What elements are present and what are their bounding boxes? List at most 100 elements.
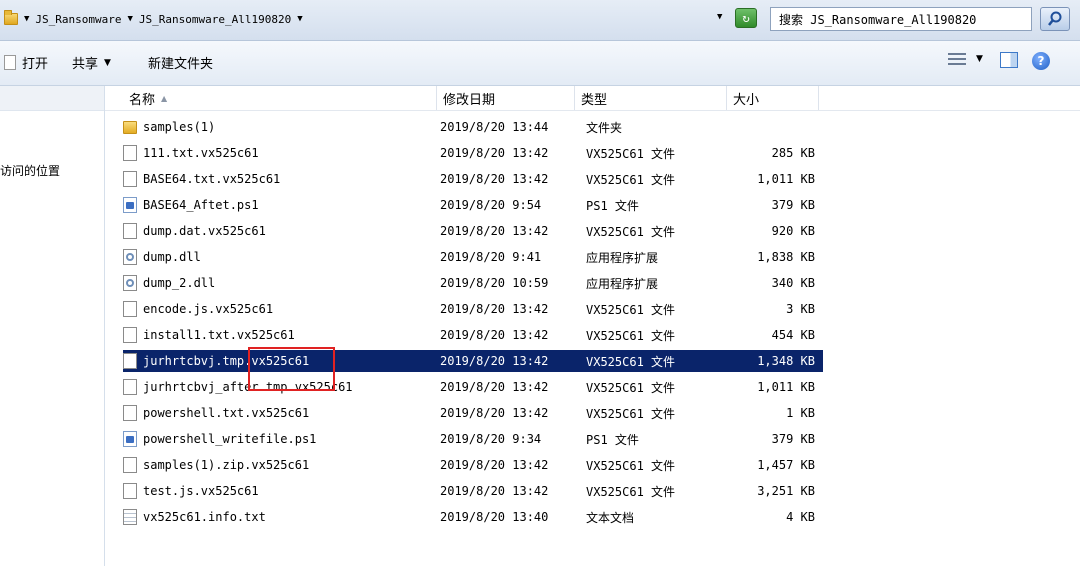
- help-icon: ?: [1032, 52, 1050, 70]
- new-folder-button[interactable]: 新建文件夹: [148, 53, 213, 72]
- file-name-cell: dump.dll: [123, 249, 433, 265]
- file-row[interactable]: install1.txt.vx525c61 2019/8/20 13:42 VX52…: [123, 324, 823, 346]
- file-icon: [123, 301, 137, 317]
- file-size: 454 KB: [771, 328, 815, 342]
- column-header-size[interactable]: 大小: [727, 86, 819, 110]
- file-type: VX525C61 文件: [586, 354, 676, 369]
- column-header-name[interactable]: 名称 ▲: [123, 86, 437, 110]
- file-icon: [123, 353, 137, 369]
- file-name: dump.dll: [143, 250, 201, 264]
- file-row[interactable]: jurhrtcbvj.tmp.vx525c61 2019/8/20 13:42 VX…: [123, 350, 823, 372]
- file-name-cell: encode.js.vx525c61: [123, 301, 433, 317]
- file-date: 2019/8/20 13:42: [440, 354, 549, 368]
- file-date: 2019/8/20 13:42: [440, 328, 549, 342]
- file-row[interactable]: test.js.vx525c61 2019/8/20 13:42 VX525C61 …: [123, 480, 823, 502]
- file-row[interactable]: encode.js.vx525c61 2019/8/20 13:42 VX525C6…: [123, 298, 823, 320]
- file-icon: [123, 379, 137, 395]
- file-row[interactable]: samples(1) 2019/8/20 13:44 文件夹: [123, 116, 823, 138]
- file-name: samples(1).zip.vx525c61: [143, 458, 310, 472]
- powershell-script-icon: [123, 197, 137, 213]
- file-row[interactable]: samples(1).zip.vx525c61 2019/8/20 13:42 VX…: [123, 454, 823, 476]
- open-button[interactable]: 打开: [4, 53, 48, 72]
- file-row[interactable]: jurhrtcbvj_after.tmp.vx525c61 2019/8/20 1…: [123, 376, 823, 398]
- file-size: 3,251 KB: [757, 484, 815, 498]
- file-name-cell: dump_2.dll: [123, 275, 433, 291]
- file-size: 285 KB: [771, 146, 815, 160]
- file-date: 2019/8/20 13:42: [440, 484, 549, 498]
- dll-file-icon: [123, 249, 137, 265]
- chevron-down-icon[interactable]: ▼: [128, 14, 133, 24]
- preview-pane-icon: [1000, 52, 1018, 68]
- nav-header: [0, 86, 104, 111]
- file-date: 2019/8/20 9:41: [440, 250, 542, 264]
- file-name: jurhrtcbvj_after.tmp.vx525c61: [143, 380, 353, 394]
- view-options-button[interactable]: ▼: [948, 52, 983, 66]
- file-type: VX525C61 文件: [586, 328, 676, 343]
- command-bar: 打开 共享 ▼ 新建文件夹 ▼ ?: [0, 41, 1080, 86]
- search-input[interactable]: 搜索 JS_Ransomware_All190820: [770, 7, 1032, 31]
- chevron-down-icon[interactable]: ▼: [24, 14, 29, 24]
- file-row[interactable]: dump.dat.vx525c61 2019/8/20 13:42 VX525C61…: [123, 220, 823, 242]
- file-row[interactable]: dump_2.dll 2019/8/20 10:59 应用程序扩展 340 KB: [123, 272, 823, 294]
- file-row[interactable]: powershell.txt.vx525c61 2019/8/20 13:42 VX…: [123, 402, 823, 424]
- file-row[interactable]: 111.txt.vx525c61 2019/8/20 13:42 VX525C61 …: [123, 142, 823, 164]
- breadcrumb-item-2[interactable]: JS_Ransomware_All190820: [139, 13, 291, 26]
- file-row[interactable]: vx525c61.info.txt 2019/8/20 13:40 文本文档 4 KB: [123, 506, 823, 528]
- file-icon: [123, 171, 137, 187]
- help-button[interactable]: ?: [1032, 52, 1050, 70]
- file-date: 2019/8/20 13:42: [440, 302, 549, 316]
- column-type-label: 类型: [581, 92, 608, 108]
- address-dropdown-icon[interactable]: ▼: [717, 12, 722, 22]
- file-type: VX525C61 文件: [586, 224, 676, 239]
- file-type: VX525C61 文件: [586, 302, 676, 317]
- file-type: VX525C61 文件: [586, 458, 676, 473]
- file-name-cell: test.js.vx525c61: [123, 483, 433, 499]
- file-size: 1,011 KB: [757, 172, 815, 186]
- file-name-cell: jurhrtcbvj.tmp.vx525c61: [123, 353, 433, 369]
- file-name-cell: dump.dat.vx525c61: [123, 223, 433, 239]
- file-date: 2019/8/20 13:44: [440, 120, 549, 134]
- file-size: 1 KB: [786, 406, 815, 420]
- column-header-date[interactable]: 修改日期: [437, 86, 575, 110]
- open-label: 打开: [22, 57, 49, 72]
- file-size: 1,011 KB: [757, 380, 815, 394]
- file-size: 1,838 KB: [757, 250, 815, 264]
- file-type: VX525C61 文件: [586, 484, 676, 499]
- file-name: dump.dat.vx525c61: [143, 224, 266, 238]
- file-name: encode.js.vx525c61: [143, 302, 274, 316]
- file-name: BASE64_Aftet.ps1: [143, 198, 259, 212]
- column-header-type[interactable]: 类型: [575, 86, 727, 110]
- preview-pane-button[interactable]: [1000, 52, 1018, 68]
- file-row[interactable]: BASE64.txt.vx525c61 2019/8/20 13:42 VX525C…: [123, 168, 823, 190]
- file-date: 2019/8/20 13:42: [440, 172, 549, 186]
- file-icon: [123, 327, 137, 343]
- search-icon: [1048, 11, 1062, 26]
- file-row[interactable]: BASE64_Aftet.ps1 2019/8/20 9:54 PS1 文件 379 …: [123, 194, 823, 216]
- file-icon: [123, 483, 137, 499]
- share-button[interactable]: 共享 ▼: [72, 53, 111, 72]
- file-type: VX525C61 文件: [586, 406, 676, 421]
- file-size: 3 KB: [786, 302, 815, 316]
- file-type: 应用程序扩展: [586, 276, 659, 291]
- file-name: vx525c61.info.txt: [143, 510, 266, 524]
- search-placeholder: 搜索 JS_Ransomware_All190820: [779, 12, 977, 27]
- search-button[interactable]: [1040, 7, 1070, 31]
- file-row[interactable]: dump.dll 2019/8/20 9:41 应用程序扩展 1,838 KB: [123, 246, 823, 268]
- file-name: jurhrtcbvj.tmp.vx525c61: [143, 354, 310, 368]
- navigation-pane: 访问的位置: [0, 86, 105, 566]
- chevron-down-icon[interactable]: ▼: [297, 14, 302, 24]
- refresh-icon[interactable]: ↻: [735, 8, 757, 28]
- file-name: samples(1): [143, 120, 216, 134]
- nav-item-recent-places[interactable]: 访问的位置: [0, 162, 60, 179]
- file-date: 2019/8/20 13:42: [440, 380, 549, 394]
- new-folder-label: 新建文件夹: [148, 57, 214, 72]
- file-name-cell: 111.txt.vx525c61: [123, 145, 433, 161]
- file-size: 1,348 KB: [757, 354, 815, 368]
- breadcrumb-item-1[interactable]: JS_Ransomware: [35, 13, 121, 26]
- file-row[interactable]: powershell_writefile.ps1 2019/8/20 9:34 PS…: [123, 428, 823, 450]
- breadcrumb[interactable]: ▼ JS_Ransomware ▼ JS_Ransomware_All19082…: [4, 8, 303, 30]
- file-size: 920 KB: [771, 224, 815, 238]
- file-size: 379 KB: [771, 198, 815, 212]
- file-name: BASE64.txt.vx525c61: [143, 172, 281, 186]
- file-name-cell: BASE64_Aftet.ps1: [123, 197, 433, 213]
